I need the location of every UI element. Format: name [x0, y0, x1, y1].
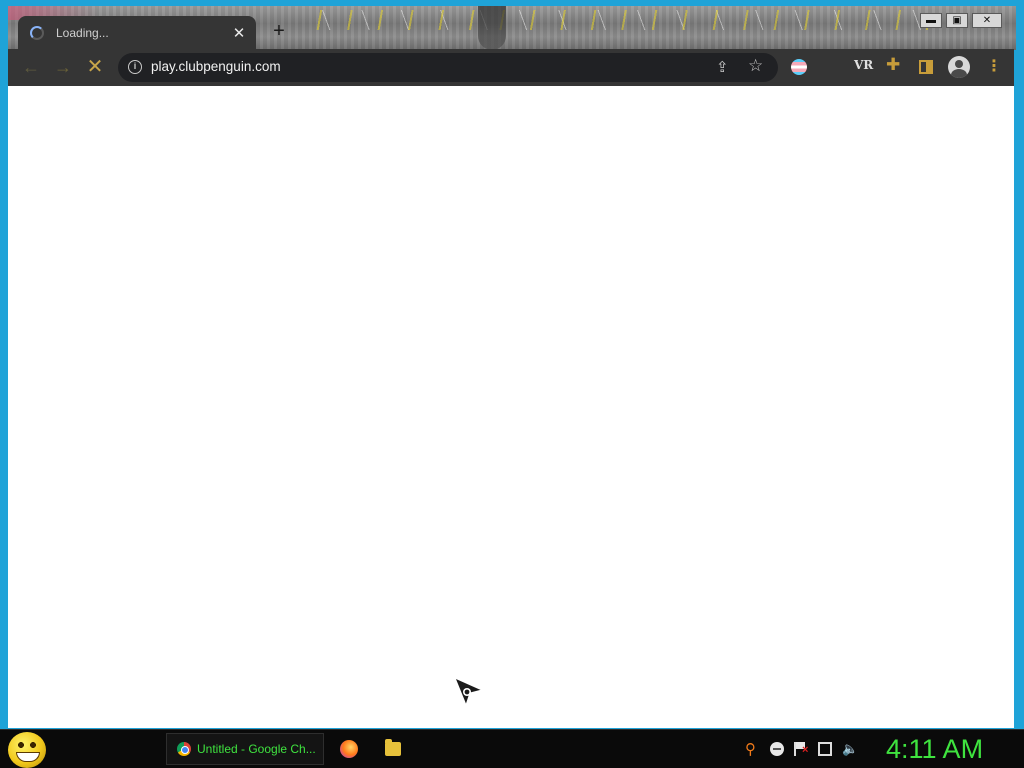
network-icon[interactable] — [818, 742, 832, 756]
browser-menu-icon[interactable]: ⋮ — [986, 55, 1002, 79]
taskbar-item-label: Untitled - Google Ch... — [197, 742, 316, 756]
new-tab-button[interactable]: + — [270, 20, 288, 42]
titlebar-decoration — [308, 10, 928, 30]
share-icon[interactable]: ⇪ — [716, 58, 729, 76]
titlebar-decoration — [478, 6, 506, 50]
firefox-icon[interactable] — [340, 740, 358, 758]
messenger-tray-icon[interactable] — [770, 742, 784, 756]
taskbar-item-chrome[interactable]: Untitled - Google Ch... — [166, 733, 324, 765]
chrome-icon — [177, 742, 191, 756]
volume-icon[interactable]: 🔈 — [842, 742, 858, 756]
stop-loading-icon[interactable]: ✕ — [84, 57, 106, 77]
taskbar-clock[interactable]: 4:11 AM — [886, 733, 983, 765]
browser-window: ▬ ▣ ✕ Loading... ✕ + ← → ✕ i play.clubpe… — [0, 0, 1024, 729]
side-panel-icon[interactable] — [919, 60, 933, 74]
back-arrow-icon[interactable]: ← — [20, 57, 42, 77]
search-icon[interactable]: ⚲ — [745, 740, 756, 758]
browser-toolbar: ← → ✕ i play.clubpenguin.com ⇪ ☆ VR ✚ ⋮ — [8, 49, 1014, 86]
page-content-blank[interactable] — [8, 86, 1014, 728]
minimize-button[interactable]: ▬ — [920, 13, 942, 28]
extensions-puzzle-icon[interactable]: ✚ — [886, 55, 900, 75]
taskbar: Untitled - Google Ch... ⚲ 🔈 4:11 AM — [0, 729, 1024, 768]
folder-icon[interactable] — [385, 739, 401, 756]
bookmark-star-icon[interactable]: ☆ — [748, 56, 763, 76]
site-info-icon[interactable]: i — [128, 60, 142, 74]
forward-arrow-icon[interactable]: → — [52, 57, 74, 77]
busy-cursor-icon — [454, 677, 484, 707]
window-controls: ▬ ▣ ✕ — [920, 13, 1002, 28]
url-text[interactable]: play.clubpenguin.com — [151, 59, 281, 74]
tab-loading[interactable]: Loading... ✕ — [18, 16, 256, 49]
tab-title: Loading... — [56, 25, 109, 40]
pride-flag-extension-icon[interactable] — [791, 59, 807, 75]
address-bar[interactable]: i play.clubpenguin.com ⇪ ☆ — [118, 53, 778, 82]
action-center-flag-icon[interactable] — [794, 742, 808, 756]
maximize-button[interactable]: ▣ — [946, 13, 968, 28]
tab-close-icon[interactable]: ✕ — [232, 24, 246, 42]
close-window-button[interactable]: ✕ — [972, 13, 1002, 28]
loading-spinner-icon — [30, 25, 44, 40]
profile-avatar-icon[interactable] — [948, 56, 970, 78]
start-button-smiley-icon[interactable] — [8, 732, 46, 768]
vr-extension-icon[interactable]: VR — [854, 58, 873, 72]
